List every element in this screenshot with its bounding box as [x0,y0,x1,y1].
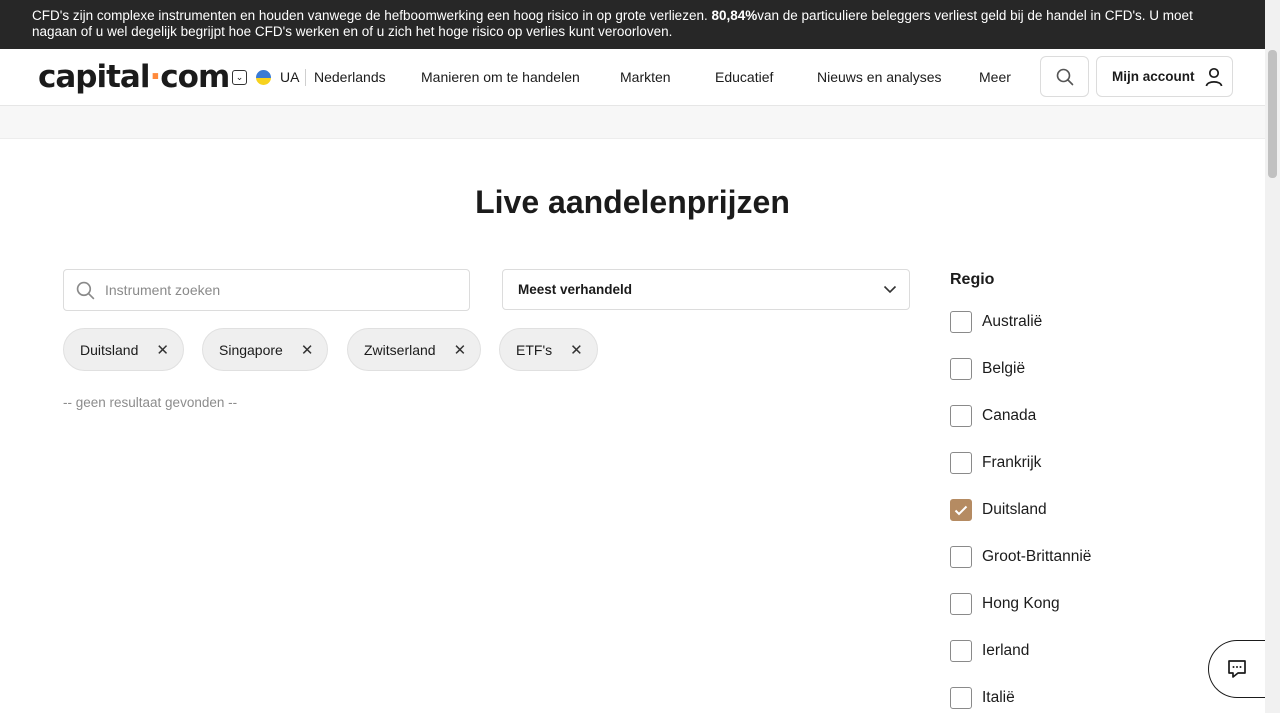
chip-label: Singapore [219,341,283,358]
region-item-hong-kong[interactable]: Hong Kong [950,593,1060,615]
region-item-italie[interactable]: Italië [950,687,1015,709]
chat-button[interactable] [1208,640,1265,698]
my-account-button[interactable]: Mijn account [1096,56,1233,97]
region-filter-title: Regio [950,271,995,288]
instrument-search-input[interactable] [105,282,445,298]
chip-label: Zwitserland [364,341,436,358]
search-icon [1056,68,1073,85]
close-icon[interactable]: ✕ [570,341,583,359]
checkbox[interactable] [950,358,972,380]
checkbox[interactable] [950,546,972,568]
risk-text-before: CFD's zijn complexe instrumenten en houd… [32,8,712,23]
region-item-australie[interactable]: Australië [950,311,1042,333]
region-item-canada[interactable]: Canada [950,405,1036,427]
risk-percent: 80,84% [711,8,758,23]
checkmark-icon [954,505,968,515]
page-scrollbar[interactable] [1265,0,1280,713]
scrollbar-thumb[interactable] [1268,50,1277,178]
no-result-message: -- geen resultaat gevonden -- [63,395,238,410]
risk-warning-banner: CFD's zijn complexe instrumenten en houd… [0,0,1265,49]
logo[interactable]: capital·com [38,59,230,95]
filter-chip-etfs[interactable]: ETF's ✕ [499,328,598,371]
filter-chip-singapore[interactable]: Singapore ✕ [202,328,329,371]
nav-item-markets[interactable]: Markten [620,69,671,85]
chevron-down-icon[interactable]: ⌄ [232,70,247,85]
country-selector[interactable]: UA [280,69,299,85]
instrument-search-field[interactable] [63,269,470,311]
user-icon [1205,67,1222,86]
chevron-down-icon [883,285,897,294]
checkbox[interactable] [950,452,972,474]
search-icon [76,281,95,299]
sort-selected-value: Meest verhandeld [518,282,633,297]
close-icon[interactable]: ✕ [454,341,467,359]
checkbox[interactable] [950,640,972,662]
filter-chip-zwitserland[interactable]: Zwitserland ✕ [347,328,482,371]
sort-dropdown[interactable]: Meest verhandeld [502,269,910,310]
region-item-frankrijk[interactable]: Frankrijk [950,452,1041,474]
checkbox[interactable] [950,311,972,333]
chip-label: Duitsland [80,341,139,358]
nav-item-education[interactable]: Educatief [715,69,773,85]
checkbox[interactable] [950,687,972,709]
checkbox[interactable] [950,405,972,427]
ukraine-flag-icon [256,70,271,85]
breadcrumb-strip [0,106,1265,139]
nav-item-ways-to-trade[interactable]: Manieren om te handelen [421,69,580,85]
nav-item-more[interactable]: Meer [979,69,1011,85]
nav-item-news[interactable]: Nieuws en analyses [817,69,942,85]
page-title: Live aandelenprijzen [475,184,790,220]
close-icon[interactable]: ✕ [156,341,169,359]
filter-chip-duitsland[interactable]: Duitsland ✕ [63,328,184,371]
account-label: Mijn account [1112,69,1195,84]
divider [305,69,306,86]
chat-icon [1228,660,1246,678]
language-selector[interactable]: Nederlands [314,69,386,85]
checkbox-checked[interactable] [950,499,972,521]
region-item-duitsland[interactable]: Duitsland [950,499,1047,521]
close-icon[interactable]: ✕ [301,341,314,359]
region-item-groot-brittannie[interactable]: Groot-Brittannië [950,546,1091,568]
header-search-button[interactable] [1040,56,1089,97]
chip-label: ETF's [516,341,553,358]
region-item-ierland[interactable]: Ierland [950,640,1029,662]
site-header: capital·com ⌄ UA Nederlands Manieren om … [0,49,1265,106]
region-item-belgie[interactable]: België [950,358,1025,380]
checkbox[interactable] [950,593,972,615]
